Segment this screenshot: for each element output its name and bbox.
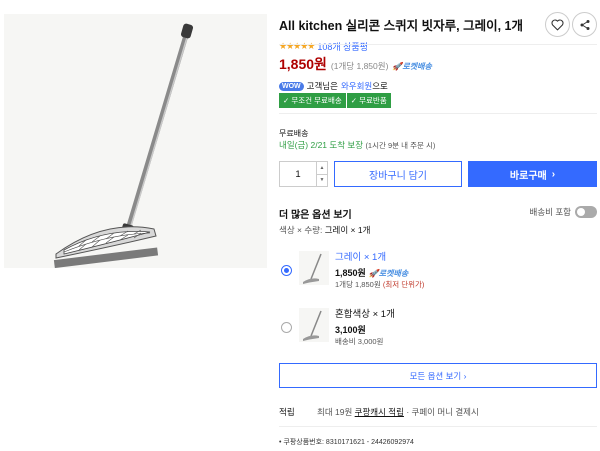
buy-now-label: 바로구매: [509, 170, 547, 182]
unit-price: (1개당 1,850원): [330, 61, 389, 71]
option-item[interactable]: 혼합색상 × 1개 3,100원 배송비 3,000원: [279, 304, 597, 359]
rocket-icon: 🚀: [392, 62, 403, 71]
rocket-icon: 🚀: [368, 269, 379, 278]
wow-badge: WOW: [279, 81, 304, 91]
all-options-button[interactable]: 모든 옵션 보기 ›: [279, 363, 597, 388]
product-title: All kitchen 실리콘 스퀴지 빗자루, 그레이, 1개: [279, 19, 523, 33]
option-radio[interactable]: [281, 322, 292, 333]
product-image[interactable]: [4, 14, 267, 268]
price-section: 1,850원 (1개당 1,850원) 🚀로켓배송: [279, 54, 432, 74]
add-to-cart-button[interactable]: 장바구니 담기: [334, 161, 462, 187]
points-prefix: 최대 19원: [317, 407, 353, 417]
divider: [279, 426, 597, 427]
rating-stars: ★★★★★: [279, 41, 315, 51]
delivery-guarantee: 도착 보장: [329, 140, 364, 150]
squeegee-broom-image: [4, 14, 267, 268]
option-price: 3,100원: [335, 325, 366, 335]
heart-icon: [551, 18, 564, 30]
option-subtext: 배송비 3,000원: [335, 337, 384, 346]
option-radio[interactable]: [281, 265, 292, 276]
option-name: 그레이 × 1개: [335, 252, 387, 263]
rating-summary[interactable]: ★★★★★ 108개 상품평: [279, 40, 368, 53]
share-icon: [580, 19, 589, 30]
coupang-cash-link[interactable]: 쿠팡캐시 적립: [355, 407, 404, 417]
free-shipping-badge: ✓ 무조건 무료배송: [279, 93, 346, 108]
quantity-input[interactable]: 1: [280, 162, 317, 186]
option-item[interactable]: 그레이 × 1개 1,850원 🚀로켓배송 1개당 1,850원 (최저 단위가…: [279, 247, 597, 302]
buy-now-button[interactable]: 바로구매 ›: [468, 161, 597, 187]
option-price: 1,850원: [335, 268, 366, 278]
points-row: 적립 최대 19원 쿠팡캐시 적립 · 쿠페이 머니 결제시: [279, 406, 479, 418]
wow-text-prefix: 고객님은: [306, 81, 338, 91]
favorite-button[interactable]: [545, 12, 570, 37]
product-code: • 쿠팡상품번호: 8310171621 - 24426092974: [279, 439, 414, 446]
free-return-badge: ✓ 무료반품: [346, 93, 391, 108]
sale-price: 1,850원: [279, 56, 327, 72]
toggle-switch[interactable]: [575, 206, 597, 218]
rocket-badge: 🚀로켓배송: [392, 62, 432, 71]
review-count-link[interactable]: 108개 상품평: [317, 40, 368, 53]
divider: [279, 113, 597, 114]
quantity-up-icon[interactable]: ▲: [317, 162, 327, 175]
option-thumbnail: [299, 308, 329, 342]
shipping-fee-toggle-label: 배송비 포함: [529, 207, 571, 217]
wow-member-link[interactable]: 와우회원: [341, 81, 372, 91]
quantity-stepper[interactable]: 1 ▲ ▼: [279, 161, 328, 187]
rocket-badge: 🚀로켓배송: [368, 269, 409, 278]
chevron-right-icon: ›: [551, 168, 556, 180]
current-selection-value: 그레이 × 1개: [324, 225, 371, 235]
current-selection: 색상 × 수량: 그레이 × 1개: [279, 225, 371, 235]
points-label: 적립: [279, 407, 295, 417]
option-name: 혼합색상 × 1개: [335, 309, 395, 320]
delivery-date: 내일(금) 2/21: [279, 140, 328, 150]
shipping-label: 무료배송: [279, 129, 309, 138]
share-button[interactable]: [572, 12, 597, 37]
more-options-title: 더 많은 옵션 보기: [279, 210, 352, 221]
delivery-note: (1시간 9분 내 주문 시): [365, 141, 436, 150]
points-suffix: · 쿠페이 머니 결제시: [403, 407, 479, 417]
option-thumbnail: [299, 251, 329, 285]
delivery-estimate: 내일(금) 2/21 도착 보장 (1시간 9분 내 주문 시): [279, 139, 435, 151]
quantity-down-icon[interactable]: ▼: [317, 175, 327, 187]
wow-member-row: WOW 고객님은 와우회원으로: [279, 80, 388, 92]
option-subtext: 1개당 1,850원 (최저 단위가): [335, 280, 425, 289]
wow-text-suffix: 으로: [372, 81, 388, 91]
divider: [279, 44, 597, 45]
benefit-badges: ✓ 무조건 무료배송 ✓ 무료반품: [279, 93, 391, 108]
shipping-fee-toggle[interactable]: 배송비 포함: [530, 206, 597, 218]
